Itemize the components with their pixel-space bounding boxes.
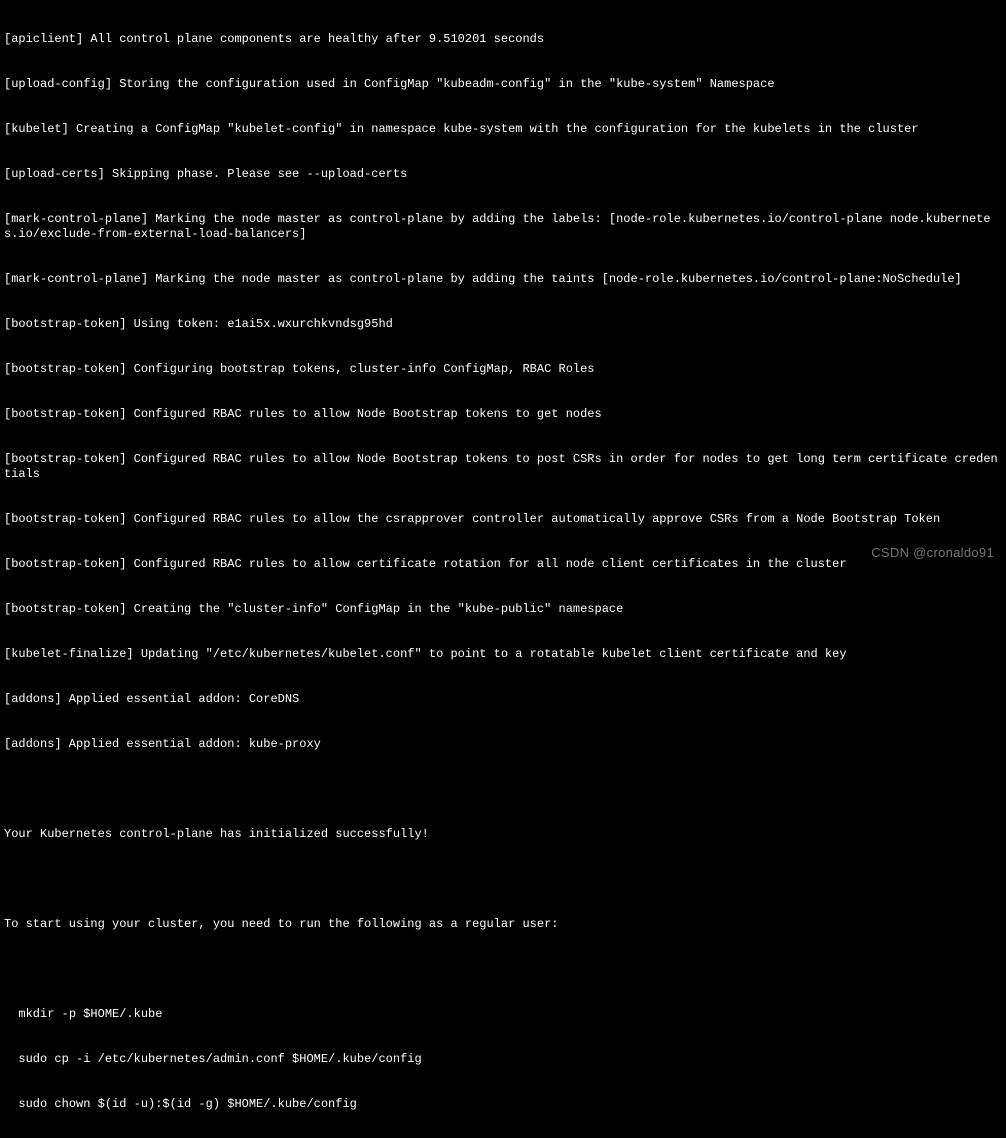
terminal-line: [mark-control-plane] Marking the node ma… — [4, 272, 1002, 287]
terminal-line: [kubelet] Creating a ConfigMap "kubelet-… — [4, 122, 1002, 137]
terminal-line: [bootstrap-token] Configuring bootstrap … — [4, 362, 1002, 377]
terminal-line: [bootstrap-token] Configured RBAC rules … — [4, 512, 1002, 527]
terminal-line: [bootstrap-token] Configured RBAC rules … — [4, 557, 1002, 572]
watermark: CSDN @cronaldo91 — [871, 545, 994, 561]
terminal-line — [4, 782, 1002, 797]
terminal-line: [bootstrap-token] Configured RBAC rules … — [4, 407, 1002, 422]
terminal-line: [apiclient] All control plane components… — [4, 32, 1002, 47]
terminal-line: [bootstrap-token] Configured RBAC rules … — [4, 452, 1002, 482]
terminal-line: sudo cp -i /etc/kubernetes/admin.conf $H… — [4, 1052, 1002, 1067]
terminal-line: sudo chown $(id -u):$(id -g) $HOME/.kube… — [4, 1097, 1002, 1112]
terminal-line: [addons] Applied essential addon: CoreDN… — [4, 692, 1002, 707]
terminal-line: [mark-control-plane] Marking the node ma… — [4, 212, 1002, 242]
terminal-line: [kubelet-finalize] Updating "/etc/kubern… — [4, 647, 1002, 662]
terminal-line — [4, 872, 1002, 887]
terminal-output[interactable]: [apiclient] All control plane components… — [4, 2, 1002, 1138]
terminal-line: Your Kubernetes control-plane has initia… — [4, 827, 1002, 842]
terminal-line: [addons] Applied essential addon: kube-p… — [4, 737, 1002, 752]
terminal-line: [bootstrap-token] Using token: e1ai5x.wx… — [4, 317, 1002, 332]
terminal-line: mkdir -p $HOME/.kube — [4, 1007, 1002, 1022]
terminal-line: [bootstrap-token] Creating the "cluster-… — [4, 602, 1002, 617]
terminal-line: [upload-config] Storing the configuratio… — [4, 77, 1002, 92]
terminal-line: [upload-certs] Skipping phase. Please se… — [4, 167, 1002, 182]
terminal-line: To start using your cluster, you need to… — [4, 917, 1002, 932]
terminal-line — [4, 962, 1002, 977]
